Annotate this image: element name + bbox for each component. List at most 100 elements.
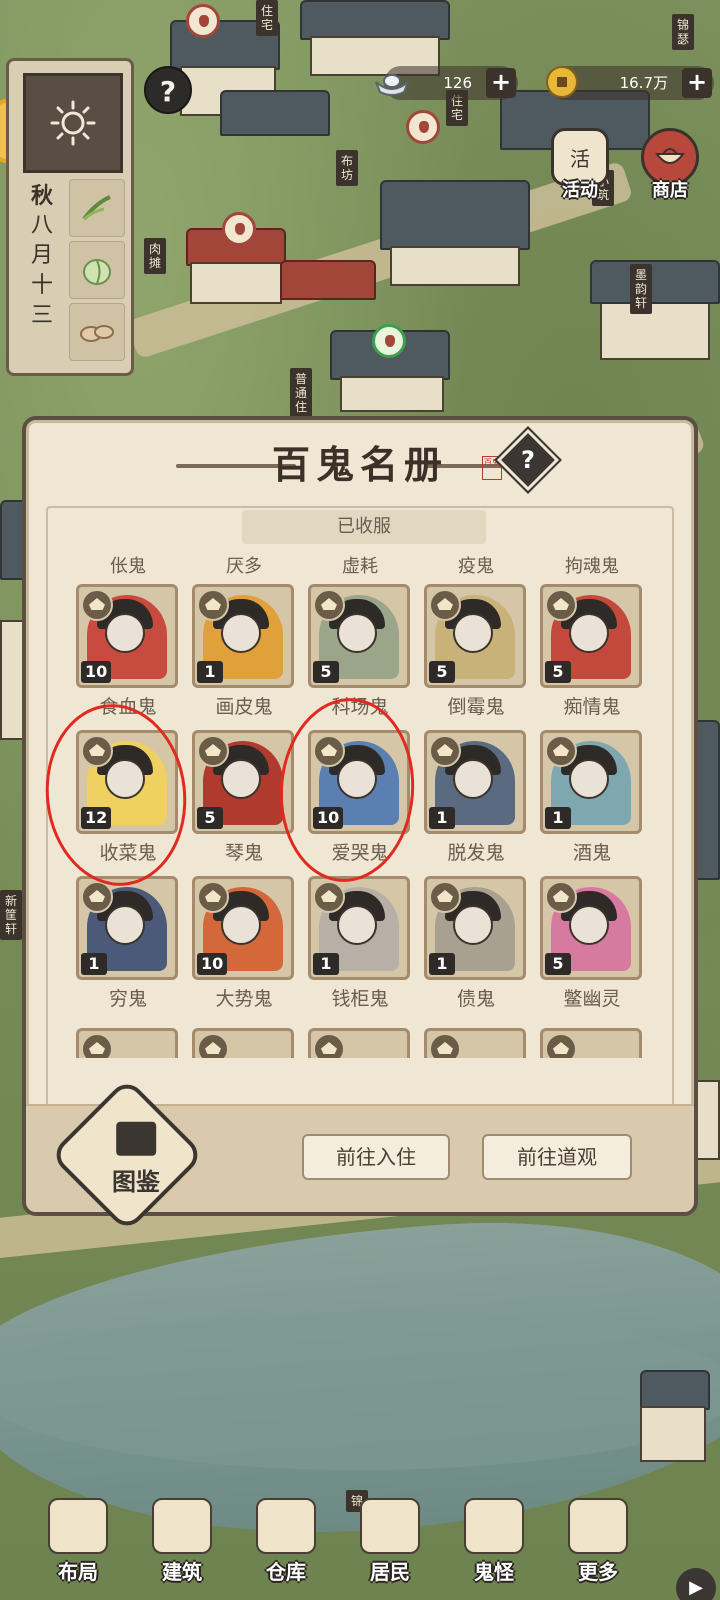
ghost-card[interactable]: 1 [308, 876, 410, 980]
ghost-card[interactable]: 5 [540, 584, 642, 688]
card-name: 倒霉鬼 [447, 696, 505, 718]
nav-residents[interactable]: 居民 [342, 1498, 438, 1594]
signpost-ordinary-house[interactable]: 普通住 [290, 368, 312, 418]
season-panel[interactable]: 秋 八 月 十 三 [6, 58, 134, 376]
nav-label: 仓库 [266, 1560, 306, 1584]
ghost-card[interactable]: 5 [308, 584, 410, 688]
go-temple-button[interactable]: 前往道观 [482, 1134, 632, 1180]
sun-icon [50, 100, 96, 146]
crop-slot[interactable] [69, 179, 125, 237]
weather-box[interactable] [23, 73, 123, 173]
card-name: 虚耗 [342, 556, 378, 577]
calendar-text: 秋 八 月 十 三 [27, 181, 57, 331]
ghost-icon [464, 1498, 524, 1554]
ghost-card[interactable]: 1 [76, 876, 178, 980]
codex-label: 图鉴 [112, 1167, 160, 1196]
crown-badge-icon [197, 589, 229, 621]
signpost-cloth-shop[interactable]: 布坊 [336, 150, 358, 186]
ghost-card[interactable]: 10 [192, 876, 294, 980]
ghost-card[interactable]: 1 [540, 730, 642, 834]
date-char: 三 [30, 303, 53, 328]
crown-badge-icon [313, 881, 345, 913]
book-icon [116, 1121, 157, 1156]
ghost-card-partial[interactable] [424, 1028, 526, 1058]
signpost-meat-stall[interactable]: 肉摊 [144, 238, 166, 274]
card-name: 酒鬼 [572, 842, 611, 864]
signpost-moyun-pavilion[interactable]: 墨韵轩 [630, 264, 652, 314]
ghost-face [105, 905, 145, 945]
expand-arrow-icon[interactable]: ▶ [676, 1568, 716, 1600]
crown-badge-icon [545, 881, 577, 913]
event-marker-icon[interactable] [222, 212, 256, 246]
card-name: 脱发鬼 [447, 842, 505, 864]
level-badge: 5 [429, 661, 455, 683]
ghost-card[interactable]: 1 [424, 730, 526, 834]
card-name: 伥鬼 [110, 556, 146, 577]
nav-more[interactable]: 更多 [550, 1498, 646, 1594]
ghost-card[interactable]: 10 [76, 584, 178, 688]
upgrade-arrow-icon[interactable] [372, 324, 406, 358]
crop-slot[interactable] [69, 241, 125, 299]
ghost-face [105, 613, 145, 653]
event-marker-icon[interactable] [186, 4, 220, 38]
crop-slot[interactable] [69, 303, 125, 361]
level-badge: 5 [545, 953, 571, 975]
ghost-face [337, 613, 377, 653]
crown-badge-icon [429, 881, 461, 913]
nav-label: 更多 [578, 1560, 618, 1584]
level-badge: 1 [313, 953, 339, 975]
dialog-title: 百鬼名册 [271, 442, 448, 487]
nav-warehouse[interactable]: 仓库 [238, 1498, 334, 1594]
silver-ingot-icon [375, 74, 409, 96]
go-move-in-button[interactable]: 前往入住 [302, 1134, 450, 1180]
ghost-card[interactable]: 5 [540, 876, 642, 980]
add-silver-button[interactable]: + [486, 68, 516, 98]
date-char: 月 [30, 243, 53, 268]
card-name: 鳖幽灵 [563, 988, 621, 1010]
card-name: 拘魂鬼 [565, 556, 619, 577]
crown-badge-icon [197, 1033, 229, 1058]
shop-button[interactable]: 商店 [630, 128, 710, 208]
crown-badge-icon [81, 881, 113, 913]
signpost-xinkuang[interactable]: 新筐轩 [0, 890, 22, 940]
season-label: 秋 [30, 183, 53, 209]
crown-badge-icon [81, 1033, 113, 1058]
level-badge: 1 [429, 807, 455, 829]
tab-captured[interactable]: 已收服 [242, 510, 486, 544]
signpost-residence-1[interactable]: 住宅 [256, 0, 278, 36]
more-icon [568, 1498, 628, 1554]
card-name: 琴鬼 [224, 842, 263, 864]
ghost-card[interactable]: 5 [424, 584, 526, 688]
nav-ghosts[interactable]: 鬼怪 [446, 1498, 542, 1594]
card-name: 债鬼 [456, 988, 495, 1010]
level-badge: 1 [429, 953, 455, 975]
event-marker-icon[interactable] [406, 110, 440, 144]
card-name: 厌多 [226, 556, 262, 577]
date-char: 十 [30, 273, 53, 298]
nav-layout[interactable]: 布局 [30, 1498, 126, 1594]
help-button[interactable]: ? [144, 66, 192, 114]
layout-icon [48, 1498, 108, 1554]
ghost-card-partial[interactable] [192, 1028, 294, 1058]
ghost-face [453, 759, 493, 799]
nav-label: 鬼怪 [474, 1560, 514, 1584]
coin-value: 16.7万 [619, 74, 668, 92]
bottom-nav: 布局 建筑 仓库 居民 鬼怪 更多 [0, 1468, 720, 1600]
ghost-card[interactable]: 5 [192, 730, 294, 834]
level-badge: 10 [197, 953, 228, 975]
add-coin-button[interactable]: + [682, 68, 712, 98]
ghost-card-partial[interactable] [76, 1028, 178, 1058]
crown-badge-icon [313, 589, 345, 621]
ghost-card[interactable]: 1 [192, 584, 294, 688]
copper-coin-icon [546, 66, 578, 98]
warehouse-icon [256, 1498, 316, 1554]
nav-building[interactable]: 建筑 [134, 1498, 230, 1594]
level-badge: 5 [313, 661, 339, 683]
signpost-jinse[interactable]: 锦瑟 [672, 14, 694, 50]
card-name: 穷鬼 [108, 988, 147, 1010]
ghost-card[interactable]: 1 [424, 876, 526, 980]
ghost-card-partial[interactable] [540, 1028, 642, 1058]
level-badge: 5 [545, 661, 571, 683]
ghost-card-partial[interactable] [308, 1028, 410, 1058]
event-button[interactable]: 活 活动 [540, 128, 620, 208]
